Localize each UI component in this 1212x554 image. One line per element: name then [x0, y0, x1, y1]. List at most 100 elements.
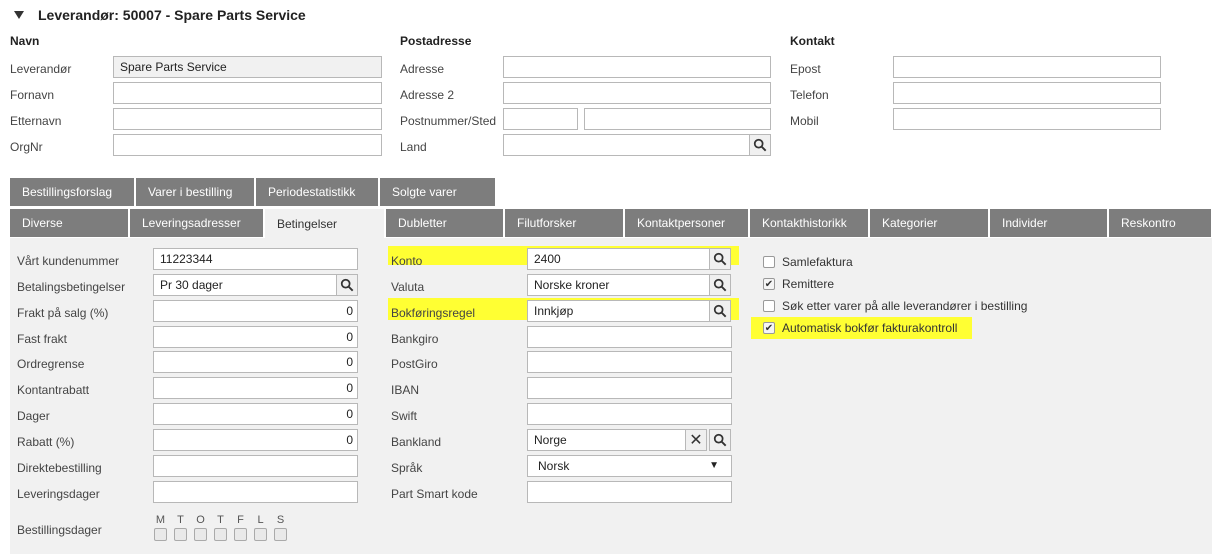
section-navn: Navn — [10, 34, 40, 48]
day-label: L — [257, 514, 264, 526]
tab-individer[interactable]: Individer — [990, 209, 1108, 237]
collapse-triangle-icon[interactable] — [14, 11, 24, 19]
page-title: Leverandør: 50007 - Spare Parts Service — [38, 7, 306, 23]
tab-betingelser[interactable]: Betingelser — [265, 209, 385, 239]
samlefaktura-checkbox[interactable] — [763, 256, 775, 268]
bokforingsregel-search-icon[interactable] — [709, 300, 731, 322]
sprak-value: Norsk — [538, 459, 570, 473]
telefon-field[interactable] — [893, 82, 1161, 104]
dager-field[interactable]: 0 — [153, 403, 358, 425]
section-kontakt: Kontakt — [790, 34, 835, 48]
tab-reskontro[interactable]: Reskontro — [1109, 209, 1212, 237]
kundenummer-field[interactable]: 11223344 — [153, 248, 358, 270]
adresse2-field[interactable] — [503, 82, 771, 104]
kontantrabatt-field[interactable]: 0 — [153, 377, 358, 399]
leveringsdager-label: Leveringsdager — [17, 487, 100, 501]
tab-label: Reskontro — [1121, 216, 1176, 230]
tab-kontaktpersoner[interactable]: Kontaktpersoner — [625, 209, 749, 237]
tab-leveringsadresser[interactable]: Leveringsadresser — [130, 209, 264, 237]
day-checkbox-fredag[interactable] — [234, 528, 247, 541]
mobil-field[interactable] — [893, 108, 1161, 130]
sted-field[interactable] — [584, 108, 771, 130]
tab-label: Varer i bestilling — [148, 185, 233, 199]
bankland-search-icon[interactable] — [709, 429, 731, 451]
day-checkbox-tirsdag[interactable] — [174, 528, 187, 541]
sok-alle-leverandorer-checkbox[interactable] — [763, 300, 775, 312]
adresse-field[interactable] — [503, 56, 771, 78]
tab-dubletter[interactable]: Dubletter — [386, 209, 504, 237]
betaling-search-icon[interactable] — [336, 274, 358, 296]
tab-label: Filutforsker — [517, 216, 577, 230]
valuta-label: Valuta — [391, 280, 425, 294]
konto-search-icon[interactable] — [709, 248, 731, 270]
day-checkbox-onsdag[interactable] — [194, 528, 207, 541]
tab-solgte-varer[interactable]: Solgte varer — [380, 178, 496, 206]
frakt-field[interactable]: 0 — [153, 300, 358, 322]
valuta-search-icon[interactable] — [709, 274, 731, 296]
automatisk-bokfor-checkbox[interactable]: ✔ — [763, 322, 775, 334]
day-label: M — [155, 514, 166, 526]
rabatt-field[interactable]: 0 — [153, 429, 358, 451]
iban-field[interactable] — [527, 377, 732, 399]
fastfrakt-field[interactable]: 0 — [153, 326, 358, 348]
fornavn-field[interactable] — [113, 82, 382, 104]
kundenummer-label: Vårt kundenummer — [17, 254, 120, 268]
land-search-icon[interactable] — [749, 134, 771, 156]
ordregrense-field[interactable]: 0 — [153, 351, 358, 373]
valuta-field[interactable]: Norske kroner — [527, 274, 710, 296]
day-checkbox-lordag[interactable] — [254, 528, 267, 541]
swift-field[interactable] — [527, 403, 732, 425]
section-postadresse: Postadresse — [400, 34, 472, 48]
tab-bestillingsforslag[interactable]: Bestillingsforslag — [10, 178, 135, 206]
bankland-field[interactable]: Norge — [527, 429, 686, 451]
tab-kontakthistorikk[interactable]: Kontakthistorikk — [750, 209, 869, 237]
direkte-label: Direktebestilling — [17, 461, 102, 475]
telefon-label: Telefon — [790, 88, 829, 102]
tab-label: Betingelser — [277, 217, 338, 231]
remittere-checkbox[interactable]: ✔ — [763, 278, 775, 290]
tab-kategorier[interactable]: Kategorier — [870, 209, 989, 237]
day-checkbox-torsdag[interactable] — [214, 528, 227, 541]
kontantrabatt-label: Kontantrabatt — [17, 383, 90, 397]
epost-field[interactable] — [893, 56, 1161, 78]
day-checkbox-mandag[interactable] — [154, 528, 167, 541]
orgnr-label: OrgNr — [10, 140, 43, 154]
fastfrakt-label: Fast frakt — [17, 332, 68, 346]
bankland-clear-icon[interactable]: ✕ — [685, 429, 707, 451]
postnummer-field[interactable] — [503, 108, 578, 130]
land-label: Land — [400, 140, 427, 154]
konto-label: Konto — [391, 254, 423, 268]
adresse2-label: Adresse 2 — [400, 88, 455, 102]
dropdown-arrow-icon: ▼ — [709, 460, 719, 471]
postgiro-field[interactable] — [527, 351, 732, 373]
tab-filutforsker[interactable]: Filutforsker — [505, 209, 624, 237]
tab-label: Leveringsadresser — [142, 216, 241, 230]
bankgiro-field[interactable] — [527, 326, 732, 348]
iban-label: IBAN — [391, 383, 420, 397]
rabatt-label: Rabatt (%) — [17, 435, 75, 449]
betaling-label: Betalingsbetingelser — [17, 280, 126, 294]
etternavn-field[interactable] — [113, 108, 382, 130]
sprak-select[interactable]: Norsk ▼ — [527, 455, 732, 477]
day-label: F — [237, 514, 244, 526]
orgnr-field[interactable] — [113, 134, 382, 156]
frakt-label: Frakt på salg (%) — [17, 306, 109, 320]
day-checkbox-sondag[interactable] — [274, 528, 287, 541]
adresse-label: Adresse — [400, 62, 445, 76]
leverandor-label: Leverandør — [10, 62, 72, 76]
tab-varer-i-bestilling[interactable]: Varer i bestilling — [136, 178, 255, 206]
tab-periodestatistikk[interactable]: Periodestatistikk — [256, 178, 379, 206]
tab-label: Kontaktpersoner — [637, 216, 726, 230]
partsmart-field[interactable] — [527, 481, 732, 503]
leveringsdager-field[interactable] — [153, 481, 358, 503]
leverandor-field[interactable]: Spare Parts Service — [113, 56, 382, 78]
dager-label: Dager — [17, 409, 50, 423]
konto-field[interactable]: 2400 — [527, 248, 710, 270]
land-field[interactable] — [503, 134, 750, 156]
tab-label: Individer — [1002, 216, 1048, 230]
tab-diverse[interactable]: Diverse — [10, 209, 129, 237]
direkte-field[interactable] — [153, 455, 358, 477]
sprak-label: Språk — [391, 461, 423, 475]
bokforingsregel-field[interactable]: Innkjøp — [527, 300, 710, 322]
betaling-field[interactable]: Pr 30 dager — [153, 274, 337, 296]
